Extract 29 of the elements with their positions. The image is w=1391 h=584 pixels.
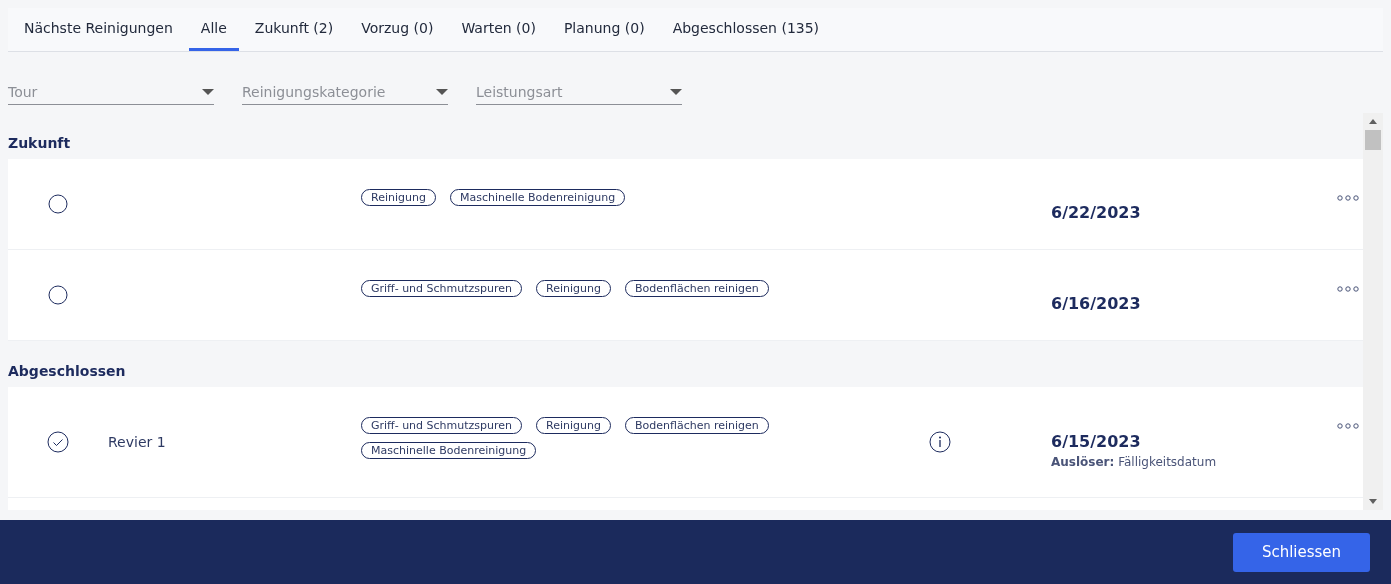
tab[interactable]: Alle [188, 8, 239, 51]
tab[interactable]: Zukunft (2) [242, 8, 346, 51]
tab[interactable]: Vorzug (0) [349, 8, 446, 51]
due-date: 6/15/2023 [1051, 431, 1142, 451]
caret-icon [202, 89, 214, 95]
area-name: Revier 1 [108, 434, 166, 450]
check-circle-icon[interactable] [47, 431, 69, 453]
scrollbar[interactable] [1363, 113, 1383, 510]
tab[interactable]: Nächste Reinigungen [12, 8, 185, 51]
tab[interactable]: Planung (0) [551, 8, 657, 51]
radio-circle-icon[interactable] [48, 194, 68, 214]
scroll-down-icon[interactable] [1369, 499, 1377, 504]
caret-icon [436, 89, 448, 95]
scroll-thumb[interactable] [1365, 130, 1381, 150]
section-title: Zukunft [8, 134, 72, 153]
more-icon[interactable] [1337, 423, 1359, 429]
section-title: Abgeschlossen [8, 362, 127, 381]
radio-circle-icon[interactable] [48, 285, 68, 305]
due-date: 6/22/2023 [1051, 202, 1142, 222]
due-date: 6/16/2023 [1051, 293, 1142, 313]
info-icon[interactable] [929, 431, 951, 453]
tab[interactable]: Abgeschlossen (135) [660, 8, 832, 51]
close-button[interactable]: Schliessen [1233, 532, 1370, 572]
more-icon[interactable] [1337, 286, 1359, 292]
more-icon[interactable] [1337, 195, 1359, 201]
tab[interactable]: Warten (0) [449, 8, 548, 51]
caret-icon [670, 89, 682, 95]
scroll-up-icon[interactable] [1369, 119, 1377, 124]
trigger-text: Auslöser: Fälligkeitsdatum [1051, 454, 1218, 469]
